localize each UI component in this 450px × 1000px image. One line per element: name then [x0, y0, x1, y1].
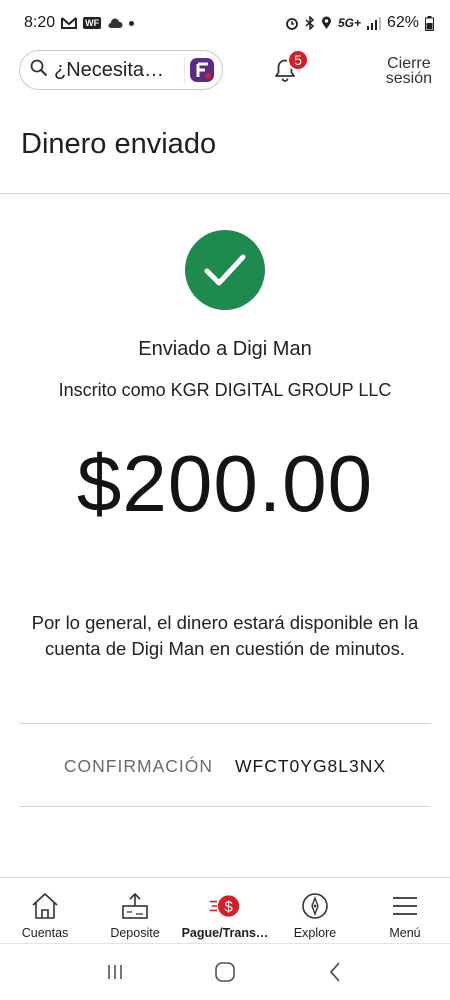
confirmation-label: CONFIRMACIÓN	[63, 756, 213, 776]
confirmation-number: WFCT0YG8L3NX	[235, 756, 387, 776]
svg-text:$: $	[224, 898, 233, 915]
nav-item-pague-trans[interactable]: $ Pague/Trans…	[180, 892, 270, 940]
search-icon	[30, 59, 48, 82]
nav-label-deposite: Deposite	[110, 926, 160, 940]
hamburger-icon	[389, 892, 421, 920]
availability-note: Por lo general, el dinero estará disponi…	[31, 612, 419, 659]
transfer-amount: $200.00	[76, 439, 374, 528]
nav-label-explore: Explore	[293, 926, 337, 940]
fargo-assistant-icon[interactable]	[183, 53, 218, 87]
back-button-icon[interactable]	[315, 952, 355, 992]
home-button-icon[interactable]	[205, 952, 245, 992]
signout-label-line2: sesión	[385, 70, 432, 87]
deposit-icon	[119, 892, 151, 920]
confirmation-divider-bottom	[19, 806, 431, 807]
signout-button[interactable]: Cierre sesión	[385, 55, 432, 87]
status-time: 8:20	[24, 14, 56, 31]
bottom-nav: Cuentas Deposite $ Pague/Trans… Explore …	[0, 877, 450, 943]
house-icon	[29, 892, 61, 920]
android-nav-bar	[0, 944, 450, 1000]
compass-icon	[299, 892, 331, 920]
app-header: ¿Necesita… 5 Cierre sesión	[0, 48, 450, 94]
bluetooth-icon	[305, 16, 315, 30]
recent-apps-icon[interactable]	[95, 952, 135, 992]
gmail-icon	[61, 17, 78, 29]
signout-label-line1: Cierre	[387, 55, 431, 72]
status-bar: 8:20 WF 5G+ 62%	[0, 0, 450, 46]
confirmation-divider-top	[19, 723, 431, 724]
nav-item-deposite[interactable]: Deposite	[90, 892, 180, 940]
battery-icon	[425, 15, 434, 31]
battery-percent: 62%	[386, 14, 419, 31]
recipient-line: Enviado a Digi Man	[138, 338, 312, 360]
nav-label-pague-trans: Pague/Trans…	[181, 926, 269, 940]
nav-item-cuentas[interactable]: Cuentas	[0, 892, 90, 940]
signal-icon	[366, 16, 381, 30]
confirmation-row: CONFIRMACIÓN WFCT0YG8L3NX	[0, 756, 450, 777]
status-right: 5G+ 62%	[285, 14, 434, 32]
wf-app-icon: WF	[83, 17, 102, 29]
page-title: Dinero enviado	[21, 128, 217, 160]
search-placeholder: ¿Necesita…	[54, 58, 165, 81]
nav-item-explore[interactable]: Explore	[270, 892, 360, 940]
header-divider	[0, 193, 450, 194]
search-bar[interactable]: ¿Necesita…	[19, 50, 223, 90]
nav-label-cuentas: Cuentas	[21, 926, 69, 940]
alarm-icon	[285, 16, 299, 30]
cloud-icon	[107, 17, 123, 29]
success-check-icon	[185, 230, 265, 310]
nav-label-menu: Menú	[389, 926, 421, 940]
notification-dot-icon	[129, 20, 135, 26]
location-icon	[321, 16, 332, 30]
pay-transfer-icon: $	[209, 892, 241, 920]
network-type: 5G+	[337, 16, 361, 30]
nav-item-menu[interactable]: Menú	[360, 892, 450, 940]
notification-count-badge: 5	[287, 49, 309, 71]
enrolled-as-line: Inscrito como KGR DIGITAL GROUP LLC	[58, 380, 392, 400]
status-left: 8:20 WF	[24, 14, 135, 32]
